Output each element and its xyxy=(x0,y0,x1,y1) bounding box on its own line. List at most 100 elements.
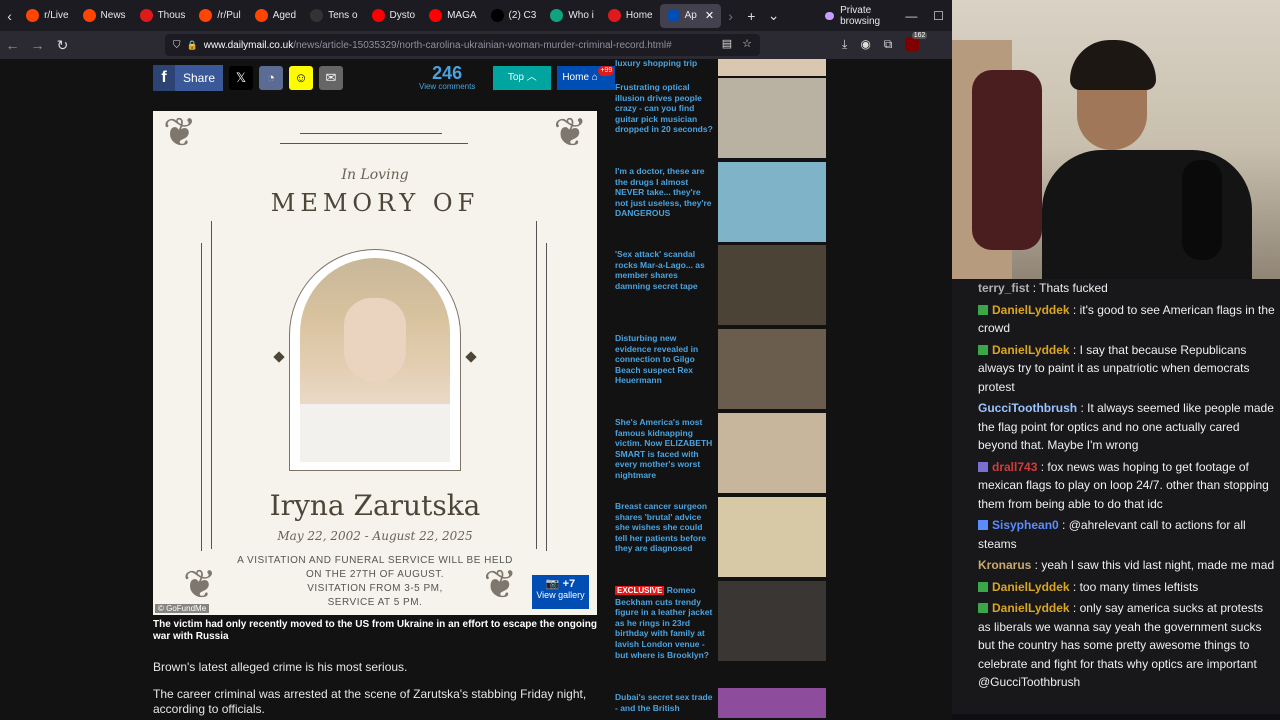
chat-username[interactable]: DanielLyddek xyxy=(992,343,1070,357)
tab-list: r/Live News Thous/r/Pul Aged Tens o Dysto MAGA… xyxy=(19,3,722,28)
address-bar[interactable]: ⛉ 🔒 www.dailymail.co.uk/news/article-150… xyxy=(165,34,760,56)
image-credit: © GoFundMe xyxy=(155,604,210,613)
sidebar-article[interactable]: Breast cancer surgeon shares 'brutal' ad… xyxy=(611,497,826,577)
browser-tab[interactable]: Aged xyxy=(248,4,303,28)
tab-favicon-icon xyxy=(550,9,564,22)
reload-icon[interactable]: ↻ xyxy=(50,37,75,54)
extensions-icon[interactable]: ⧉ xyxy=(884,37,893,52)
lock-icon[interactable]: 🔒 xyxy=(187,40,198,51)
chat-username[interactable]: Sisyphean0 xyxy=(992,518,1059,532)
email-share-icon[interactable]: ✉ xyxy=(319,65,343,90)
chat-username[interactable]: GucciToothbrush xyxy=(978,401,1077,415)
view-gallery-button[interactable]: 📷 +7 View gallery xyxy=(532,575,589,609)
view-comments-button[interactable]: 246 View comments xyxy=(419,64,475,91)
in-loving-text: In Loving xyxy=(341,167,409,183)
sidebar-article[interactable]: EXCLUSIVE Romeo Beckham cuts trendy figu… xyxy=(611,581,826,661)
sidebar-headline-text: Disturbing new evidence revealed in conn… xyxy=(615,333,699,386)
browser-tab[interactable]: (2) C3 xyxy=(484,4,544,28)
sidebar-article-headline[interactable]: Disturbing new evidence revealed in conn… xyxy=(615,333,715,386)
chat-username[interactable]: DanielLyddek xyxy=(992,580,1070,594)
streamer-webcam xyxy=(952,0,1280,292)
browser-tab[interactable]: Home xyxy=(601,4,660,28)
sidebar-article-thumbnail[interactable] xyxy=(718,162,826,242)
maximize-button[interactable]: ☐ xyxy=(925,9,952,23)
sidebar-article-thumbnail[interactable] xyxy=(718,78,826,158)
chat-message: drall743 : fox news was hoping to get fo… xyxy=(978,459,1269,511)
minimize-button[interactable]: — xyxy=(898,9,925,23)
chat-text: yeah I saw this vid last night, made me … xyxy=(1041,558,1275,572)
url-path: /news/article-15035329/north-carolina-uk… xyxy=(293,39,672,51)
sidebar-article-thumbnail[interactable] xyxy=(718,497,826,577)
browser-tab[interactable]: Dysto xyxy=(365,4,423,28)
shield-icon[interactable]: ⛉ xyxy=(173,40,181,51)
browser-tab[interactable]: /r/Pul xyxy=(192,4,247,28)
top-button[interactable]: Top ︿ xyxy=(493,65,552,90)
sidebar-article[interactable]: luxury shopping trip xyxy=(611,59,826,76)
tab-label: Thous xyxy=(157,10,186,21)
memorial-image[interactable]: ❦ ❦ ❦ ❦ In Loving MEMORY OF Iryna Zaruts… xyxy=(153,111,597,615)
sidebar-article-headline[interactable]: 'Sex attack' scandal rocks Mar-a-Lago...… xyxy=(615,249,715,291)
tab-favicon-icon xyxy=(139,9,153,22)
service-details: A VISITATION AND FUNERAL SERVICE WILL BE… xyxy=(153,554,597,610)
downloads-icon[interactable]: ⤓ xyxy=(842,37,847,52)
browser-tab[interactable]: Ap ✕ xyxy=(659,3,722,28)
browser-tab[interactable]: Tens o xyxy=(303,4,364,28)
browser-tab[interactable]: Thous xyxy=(133,4,193,28)
tab-scroll-left-icon[interactable]: ‹ xyxy=(0,8,19,24)
camera-icon: 📷 xyxy=(545,578,560,590)
sidebar-article-thumbnail[interactable] xyxy=(718,329,826,409)
sidebar-article[interactable]: Disturbing new evidence revealed in conn… xyxy=(611,329,826,409)
account-icon[interactable]: ◉ xyxy=(860,37,870,52)
browser-tab[interactable]: r/Live xyxy=(19,4,75,28)
sidebar-article-headline[interactable]: She's America's most famous kidnapping v… xyxy=(615,417,715,481)
url-text[interactable]: www.dailymail.co.uk/news/article-1503532… xyxy=(204,40,672,51)
sidebar-article[interactable]: Dubai's secret sex trade - and the Briti… xyxy=(611,688,826,718)
sidebar-article-headline[interactable]: EXCLUSIVE Romeo Beckham cuts trendy figu… xyxy=(615,585,715,660)
chat-username[interactable]: DanielLyddek xyxy=(992,601,1070,615)
forward-icon[interactable]: → xyxy=(25,37,50,53)
diamond-ornament-right xyxy=(465,351,477,363)
webcam-microphone xyxy=(1182,160,1222,260)
bookmark-star-icon[interactable]: ☆ xyxy=(742,37,752,50)
sidebar-article[interactable]: Frustrating optical illusion drives peop… xyxy=(611,78,826,158)
chat-username[interactable]: Kronarus xyxy=(978,558,1031,572)
browser-tab[interactable]: Who i xyxy=(543,4,601,28)
ublock-count: 162 xyxy=(911,32,928,39)
private-browsing-indicator: Private browsing xyxy=(824,5,898,27)
chat-username[interactable]: drall743 xyxy=(992,460,1037,474)
chat-message: terry_fist : Thats fucked xyxy=(978,281,1108,295)
x-share-icon[interactable]: 𝕏 xyxy=(229,65,253,90)
home-button[interactable]: Home ⌂ +99 xyxy=(557,65,616,90)
sidebar-article[interactable]: 'Sex attack' scandal rocks Mar-a-Lago...… xyxy=(611,245,826,325)
sidebar-article-headline[interactable]: luxury shopping trip xyxy=(615,59,715,69)
sidebar-article-thumbnail[interactable] xyxy=(718,581,826,661)
sidebar-article[interactable]: I'm a doctor, these are the drugs I almo… xyxy=(611,162,826,242)
reader-view-icon[interactable]: ▤ xyxy=(722,37,732,50)
close-tab-icon[interactable]: ✕ xyxy=(705,9,714,22)
messenger-share-icon[interactable]: ◔ xyxy=(259,65,283,90)
browser-tab[interactable]: MAGA xyxy=(422,4,483,28)
sidebar-article-headline[interactable]: I'm a doctor, these are the drugs I almo… xyxy=(615,166,715,219)
sidebar-article-thumbnail[interactable] xyxy=(718,413,826,493)
sidebar-article-headline[interactable]: Breast cancer surgeon shares 'brutal' ad… xyxy=(615,501,715,554)
sidebar-article[interactable]: She's America's most famous kidnapping v… xyxy=(611,413,826,493)
tab-list-chevron-icon[interactable]: ⌄ xyxy=(762,7,784,24)
service-line-3: VISITATION FROM 3-5 PM, xyxy=(307,583,443,594)
floral-corner-top-left: ❦ xyxy=(163,111,197,155)
sidebar-article-thumbnail[interactable] xyxy=(718,688,826,718)
tab-scroll-right-icon[interactable]: › xyxy=(721,8,740,24)
facebook-share-button[interactable]: f Share xyxy=(153,64,223,91)
view-gallery-label: View gallery xyxy=(536,590,585,600)
sidebar-article-headline[interactable]: Dubai's secret sex trade - and the Briti… xyxy=(615,692,715,713)
new-tab-button[interactable]: + xyxy=(740,8,762,24)
sidebar-article-headline[interactable]: Frustrating optical illusion drives peop… xyxy=(615,82,715,135)
sidebar-article-thumbnail[interactable] xyxy=(718,59,826,76)
browser-tab[interactable]: News xyxy=(76,4,133,28)
chat-username[interactable]: terry_fist xyxy=(978,281,1029,295)
ublock-origin-icon[interactable]: 162 xyxy=(905,32,928,51)
back-icon[interactable]: ← xyxy=(0,37,25,53)
top-label: Top xyxy=(507,71,524,83)
chat-username[interactable]: DanielLyddek xyxy=(992,303,1070,317)
sidebar-article-thumbnail[interactable] xyxy=(718,245,826,325)
snapchat-share-icon[interactable]: ☺ xyxy=(289,65,313,90)
